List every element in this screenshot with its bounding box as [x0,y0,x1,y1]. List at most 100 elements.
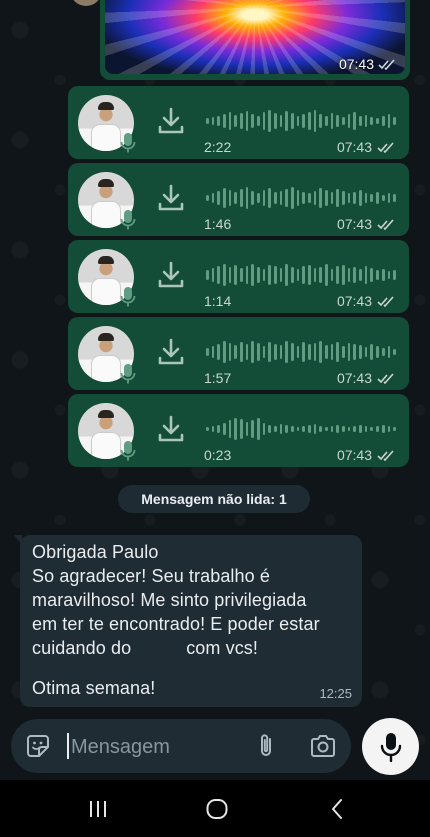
audio-waveform[interactable] [206,339,396,365]
home-icon[interactable] [205,797,229,821]
audio-message[interactable]: 1:57 07:43 [68,317,409,390]
download-icon[interactable] [156,106,186,136]
waveform-bar [274,113,277,129]
waveform-bar [285,341,289,363]
waveform-bar [325,264,328,286]
microphone-icon [120,210,136,230]
audio-duration: 1:57 [204,370,232,386]
audio-message[interactable]: 1:46 07:43 [68,163,409,236]
waveform-bar [223,188,226,208]
incoming-message[interactable]: Obrigada Paulo So agradecer! Seu trabalh… [14,535,362,707]
waveform-bar [240,268,243,282]
back-icon[interactable] [326,797,350,821]
waveform-bar [206,195,209,201]
waveform-bar [274,192,277,204]
waveform-bar [251,114,255,128]
waveform-bar [381,195,385,201]
waveform-bar [353,192,357,204]
waveform-bar [262,269,266,281]
waveform-bar [234,192,238,204]
record-audio-button[interactable] [362,718,419,775]
waveform-bar [336,189,340,207]
waveform-bar [302,192,306,204]
audio-waveform[interactable] [206,416,396,442]
audio-duration: 2:22 [204,139,232,155]
download-icon[interactable] [156,260,186,290]
waveform-bar [359,425,362,433]
waveform-bar [364,266,368,284]
audio-waveform[interactable] [206,108,396,134]
sticker-icon[interactable] [25,733,51,759]
download-icon[interactable] [156,183,186,213]
waveform-bar [308,265,311,285]
waveform-bar [262,346,266,358]
message-time: 12:25 [319,686,352,701]
waveform-bar [353,267,357,283]
message-time: 07:43 [336,139,372,155]
message-input[interactable] [69,729,243,765]
microphone-icon [120,287,136,307]
audio-message[interactable]: 1:14 07:43 [68,240,409,313]
waveform-bar [313,268,317,282]
waveform-bar [364,426,368,432]
bubble-tail [14,535,22,545]
waveform-bar [353,426,357,432]
download-icon[interactable] [156,414,186,444]
waveform-bar [393,270,396,280]
microphone-icon [120,364,136,384]
waveform-bar [336,425,340,433]
waveform-bar [291,267,294,283]
audio-message[interactable]: 0:23 07:43 [68,394,409,467]
message-text: com vcs! [186,638,258,658]
waveform-bar [285,264,289,286]
waveform-bar [291,187,294,209]
waveform-bar [359,345,362,359]
waveform-bar [262,112,266,130]
waveform-bar [268,188,272,208]
waveform-bar [302,342,306,362]
waveform-bar [279,115,283,127]
waveform-bar [240,419,243,439]
waveform-bar [381,269,385,281]
recents-icon[interactable] [86,797,110,821]
waveform-bar [381,425,385,433]
message-text: cuidando do [32,638,132,658]
message-meta: 07:43 [337,293,395,309]
waveform-bar [376,118,379,124]
audio-message[interactable]: 2:22 07:43 [68,86,409,159]
waveform-bar [302,266,306,284]
waveform-bar [353,344,357,360]
waveform-bar [251,191,255,205]
message-meta: 07:43 [339,56,396,72]
waveform-bar [245,266,249,284]
message-line: Otima semana! [32,678,156,698]
waveform-bar [206,427,209,431]
audio-waveform[interactable] [206,262,396,288]
download-icon[interactable] [156,337,186,367]
message-line: em ter te encontrado! E poder estar [32,614,320,634]
message-time: 07:43 [338,56,374,72]
paperclip-icon[interactable] [254,732,278,760]
waveform-bar [364,115,368,127]
camera-icon[interactable] [309,733,337,759]
waveform-bar [325,190,328,206]
message-line: Obrigada Paulo [32,542,159,562]
waveform-bar [359,269,362,281]
waveform-bar [257,193,260,203]
waveform-bar [257,343,260,361]
waveform-bar [223,423,226,435]
waveform-bar [296,269,300,281]
image-message[interactable]: 07:43 [100,0,410,80]
waveform-bar [206,118,209,124]
waveform-bar [279,268,283,282]
audio-waveform[interactable] [206,185,396,211]
waveform-bar [336,266,340,284]
message-time: 07:43 [336,370,372,386]
waveform-bar [228,112,232,130]
waveform-bar [296,346,300,358]
waveform-bar [387,114,391,128]
system-navigation-bar [0,780,430,837]
waveform-bar [268,425,272,433]
waveform-bar [393,117,396,125]
waveform-bar [251,264,255,286]
